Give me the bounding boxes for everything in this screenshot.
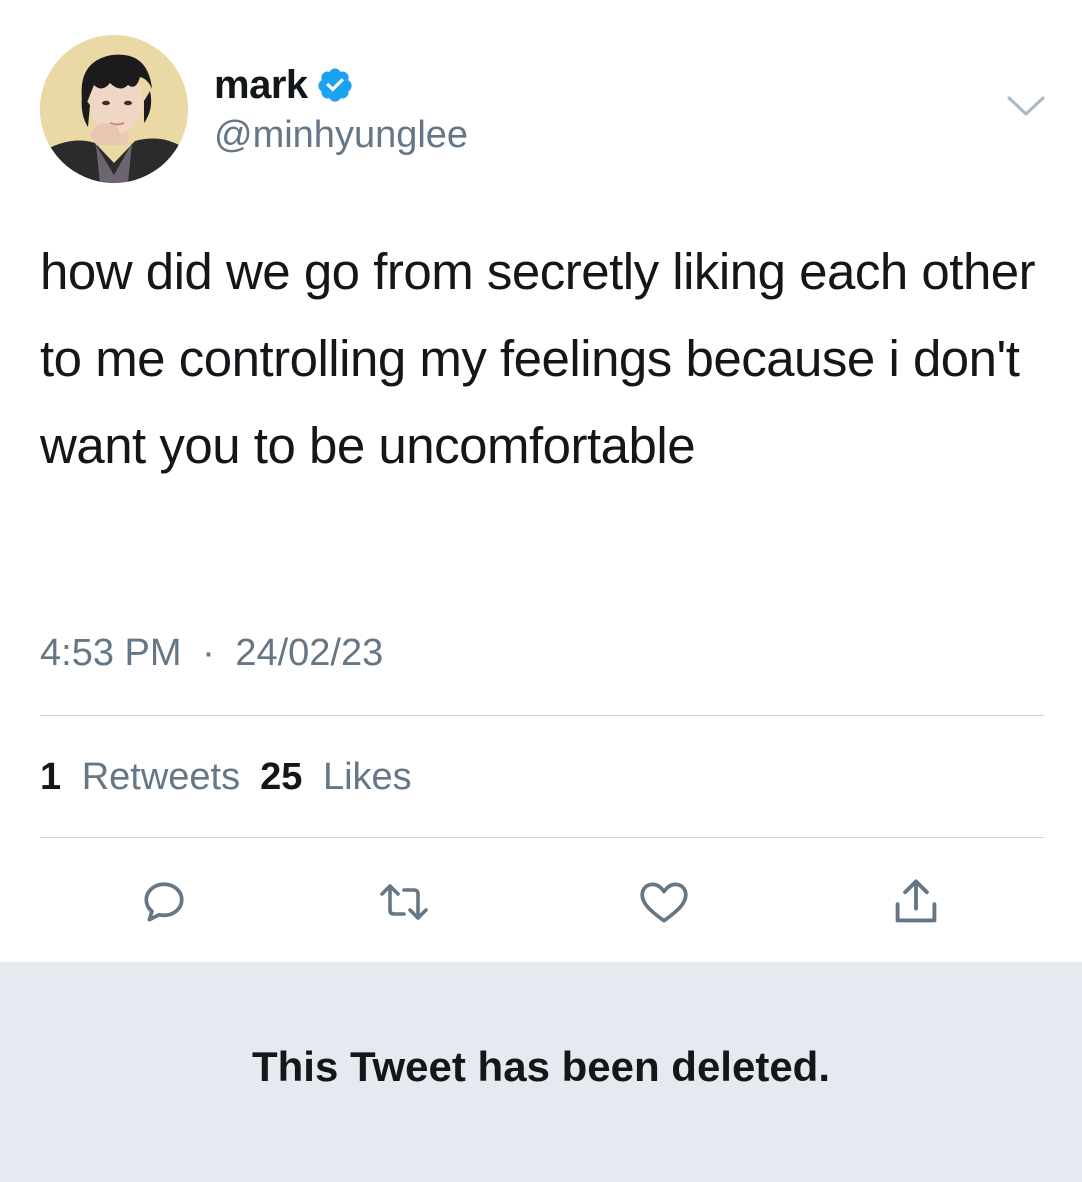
tweet-card: mark @minhyunglee how did we go from sec… <box>0 0 1082 962</box>
chevron-down-icon[interactable] <box>1006 94 1046 118</box>
user-handle[interactable]: @minhyunglee <box>214 114 468 157</box>
author-name-row[interactable]: mark <box>214 62 354 108</box>
like-button[interactable] <box>634 874 694 930</box>
share-icon <box>895 879 937 923</box>
avatar[interactable] <box>40 35 188 183</box>
share-button[interactable] <box>886 874 946 930</box>
deleted-tweet-text: This Tweet has been deleted. <box>251 1043 831 1090</box>
likes-label: Likes <box>322 756 412 798</box>
timestamp-separator: · <box>202 632 215 674</box>
avatar-image <box>40 35 188 183</box>
divider-top <box>40 715 1044 716</box>
verified-badge-icon <box>317 68 352 102</box>
retweets-label: Retweets <box>81 756 241 798</box>
divider-bottom <box>40 837 1044 838</box>
reply-icon <box>144 882 184 922</box>
display-name[interactable]: mark <box>214 63 308 108</box>
retweets-stat[interactable]: 1 Retweets <box>40 756 240 799</box>
page: mark @minhyunglee how did we go from sec… <box>0 0 1082 1182</box>
retweet-icon <box>380 884 428 920</box>
retweet-button[interactable] <box>374 874 434 930</box>
likes-stat[interactable]: 25 Likes <box>260 756 412 799</box>
deleted-tweet-notice: This Tweet has been deleted. <box>0 962 1082 1182</box>
tweet-date: 24/02/23 <box>235 632 384 674</box>
retweets-count: 1 <box>40 756 62 798</box>
tweet-time: 4:53 PM <box>40 632 182 674</box>
reply-button[interactable] <box>134 874 194 930</box>
tweet-stats: 1 Retweets 25 Likes <box>40 756 412 799</box>
tweet-timestamp[interactable]: 4:53 PM · 24/02/23 <box>40 632 383 675</box>
likes-count: 25 <box>260 756 303 798</box>
heart-icon <box>640 882 688 923</box>
tweet-text: how did we go from secretly liking each … <box>40 243 1036 474</box>
